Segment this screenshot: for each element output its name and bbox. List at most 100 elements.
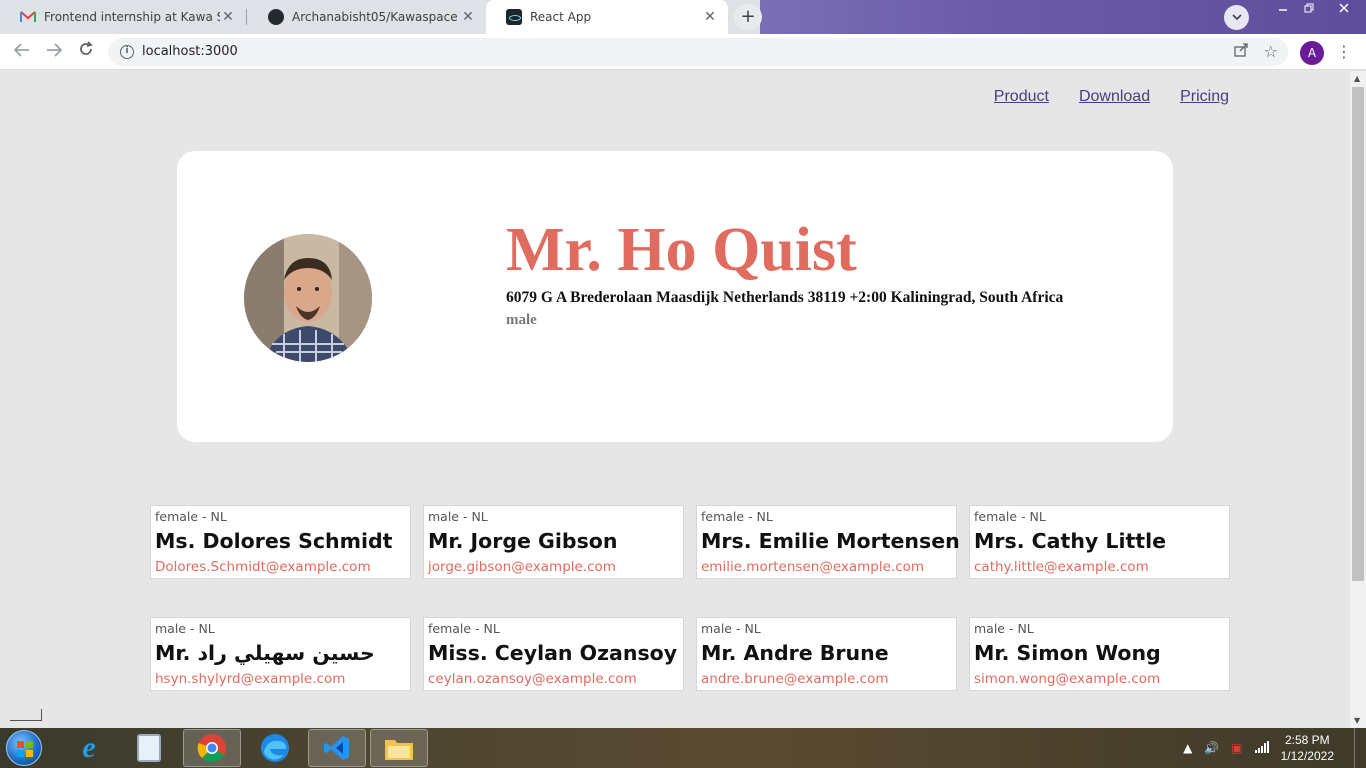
share-icon[interactable] bbox=[1234, 43, 1248, 61]
react-icon bbox=[506, 9, 522, 25]
user-email: ceylan.ozansoy@example.com bbox=[428, 671, 637, 687]
user-gender-nat: female - NL bbox=[428, 621, 500, 636]
scrollbar-thumb[interactable] bbox=[1352, 87, 1364, 581]
action-center-icon[interactable]: ▣ bbox=[1231, 741, 1242, 755]
scroll-up-icon[interactable]: ▲ bbox=[1354, 74, 1360, 83]
file-explorer-icon bbox=[385, 740, 413, 760]
back-button[interactable] bbox=[10, 41, 34, 63]
user-email: simon.wong@example.com bbox=[974, 671, 1161, 687]
profile-photo bbox=[244, 234, 372, 362]
taskbar-file-explorer[interactable] bbox=[370, 729, 428, 767]
page-scrollbar[interactable]: ▲ ▼ bbox=[1350, 71, 1366, 728]
user-gender-nat: male - NL bbox=[701, 621, 761, 636]
scroll-down-icon[interactable]: ▼ bbox=[1354, 716, 1360, 725]
user-card[interactable]: male - NL Mr. حسين سهيلي راد hsyn.shylyr… bbox=[150, 617, 411, 691]
tab-react-app[interactable]: React App ✕ bbox=[486, 0, 728, 34]
taskbar-ie[interactable]: e bbox=[60, 729, 118, 767]
clock-time: 2:58 PM bbox=[1284, 733, 1330, 747]
media-player-icon bbox=[137, 734, 161, 762]
close-icon[interactable]: ✕ bbox=[220, 9, 236, 25]
taskbar-vscode[interactable] bbox=[308, 729, 366, 767]
close-icon bbox=[1339, 3, 1349, 13]
user-email: andre.brune@example.com bbox=[701, 671, 889, 687]
show-desktop-button[interactable] bbox=[1354, 728, 1366, 768]
tab-title: React App bbox=[530, 10, 592, 24]
user-gender-nat: female - NL bbox=[155, 509, 227, 524]
start-button[interactable] bbox=[6, 730, 42, 766]
minimize-button[interactable] bbox=[1270, 0, 1296, 18]
system-tray: ▲ 🔊 ▣ 2:58 PM 1/12/2022 bbox=[1183, 728, 1366, 768]
new-tab-button[interactable]: + bbox=[734, 4, 762, 30]
profile-avatar[interactable]: A bbox=[1300, 41, 1324, 65]
user-gender-nat: male - NL bbox=[155, 621, 215, 636]
taskbar-chrome[interactable] bbox=[183, 729, 241, 767]
arrow-left-icon bbox=[13, 43, 29, 57]
profile-gender: male bbox=[506, 312, 537, 328]
user-name: Mr. حسين سهيلي راد bbox=[155, 641, 375, 665]
nav-link-download[interactable]: Download bbox=[1079, 88, 1150, 106]
restore-icon bbox=[1304, 3, 1314, 13]
user-card[interactable]: male - NL Mr. Simon Wong simon.wong@exam… bbox=[969, 617, 1230, 691]
user-email: jorge.gibson@example.com bbox=[428, 559, 616, 575]
site-info-icon[interactable]: i bbox=[120, 45, 134, 59]
windows-logo-icon bbox=[17, 741, 33, 757]
user-email: cathy.little@example.com bbox=[974, 559, 1149, 575]
top-nav: Product Download Pricing bbox=[994, 88, 1229, 106]
arrow-right-icon bbox=[47, 43, 63, 57]
user-gender-nat: female - NL bbox=[974, 509, 1046, 524]
forward-button[interactable] bbox=[42, 41, 66, 63]
restore-button[interactable] bbox=[1296, 0, 1322, 18]
close-icon[interactable]: ✕ bbox=[702, 9, 718, 25]
chevron-down-icon bbox=[1231, 14, 1242, 21]
network-icon[interactable] bbox=[1254, 740, 1269, 756]
tab-search-button[interactable] bbox=[1224, 5, 1249, 30]
nav-link-product[interactable]: Product bbox=[994, 88, 1049, 106]
close-icon[interactable]: ✕ bbox=[460, 9, 476, 25]
edge-icon bbox=[261, 734, 289, 762]
user-card[interactable]: female - NL Mrs. Emilie Mortensen emilie… bbox=[696, 505, 960, 579]
reload-icon bbox=[80, 41, 93, 55]
tab-title: Archanabisht05/Kawaspace bbox=[292, 10, 458, 24]
chrome-icon bbox=[197, 734, 226, 763]
browser-menu-icon[interactable]: ⋮ bbox=[1336, 42, 1352, 62]
user-card[interactable]: female - NL Ms. Dolores Schmidt Dolores.… bbox=[150, 505, 411, 579]
taskbar-media-player[interactable] bbox=[120, 729, 178, 767]
user-card[interactable]: female - NL Miss. Ceylan Ozansoy ceylan.… bbox=[423, 617, 684, 691]
gmail-icon bbox=[20, 11, 36, 23]
vscode-icon bbox=[324, 736, 349, 760]
user-name: Ms. Dolores Schmidt bbox=[155, 529, 393, 553]
user-gender-nat: male - NL bbox=[428, 509, 488, 524]
user-name: Mrs. Cathy Little bbox=[974, 529, 1167, 553]
close-window-button[interactable] bbox=[1322, 0, 1366, 18]
url-text[interactable]: localhost:3000 bbox=[142, 44, 238, 59]
reload-button[interactable] bbox=[74, 41, 98, 63]
user-card[interactable]: male - NL Mr. Andre Brune andre.brune@ex… bbox=[696, 617, 957, 691]
tray-expand-icon[interactable]: ▲ bbox=[1183, 741, 1192, 755]
user-email: hsyn.shylyrd@example.com bbox=[155, 671, 346, 687]
user-email: emilie.mortensen@example.com bbox=[701, 559, 925, 575]
taskbar-edge[interactable] bbox=[246, 729, 304, 767]
taskbar-clock[interactable]: 2:58 PM 1/12/2022 bbox=[1281, 732, 1334, 764]
user-name: Miss. Ceylan Ozansoy bbox=[428, 641, 678, 665]
profile-address: 6079 G A Brederolaan Maasdijk Netherland… bbox=[506, 289, 1064, 306]
windows-taskbar: e ▲ 🔊 ▣ 2:58 PM 1/12/2022 bbox=[0, 728, 1366, 768]
minimize-icon bbox=[1279, 9, 1287, 11]
volume-icon[interactable]: 🔊 bbox=[1204, 741, 1219, 755]
tab-gmail[interactable]: Frontend internship at Kawa Space ✕ bbox=[0, 0, 246, 34]
user-gender-nat: female - NL bbox=[701, 509, 773, 524]
address-bar[interactable]: i localhost:3000 ☆ bbox=[108, 38, 1288, 66]
tab-strip: Frontend internship at Kawa Space ✕ Arch… bbox=[0, 0, 1366, 34]
profile-name: Mr. Ho Quist bbox=[506, 216, 857, 284]
profile-hero-card: Mr. Ho Quist 6079 G A Brederolaan Maasdi… bbox=[177, 151, 1173, 442]
user-card[interactable]: male - NL Mr. Jorge Gibson jorge.gibson@… bbox=[423, 505, 684, 579]
browser-toolbar: i localhost:3000 ☆ A ⋮ bbox=[0, 34, 1366, 70]
window-controls bbox=[1270, 0, 1366, 20]
nav-link-pricing[interactable]: Pricing bbox=[1180, 88, 1229, 106]
tab-github[interactable]: Archanabisht05/Kawaspace ✕ bbox=[248, 0, 486, 34]
user-name: Mrs. Emilie Mortensen bbox=[701, 529, 960, 553]
user-name: Mr. Simon Wong bbox=[974, 641, 1161, 665]
user-email: Dolores.Schmidt@example.com bbox=[155, 559, 371, 575]
bookmark-star-icon[interactable]: ☆ bbox=[1264, 42, 1278, 61]
user-name: Mr. Andre Brune bbox=[701, 641, 889, 665]
user-card[interactable]: female - NL Mrs. Cathy Little cathy.litt… bbox=[969, 505, 1230, 579]
